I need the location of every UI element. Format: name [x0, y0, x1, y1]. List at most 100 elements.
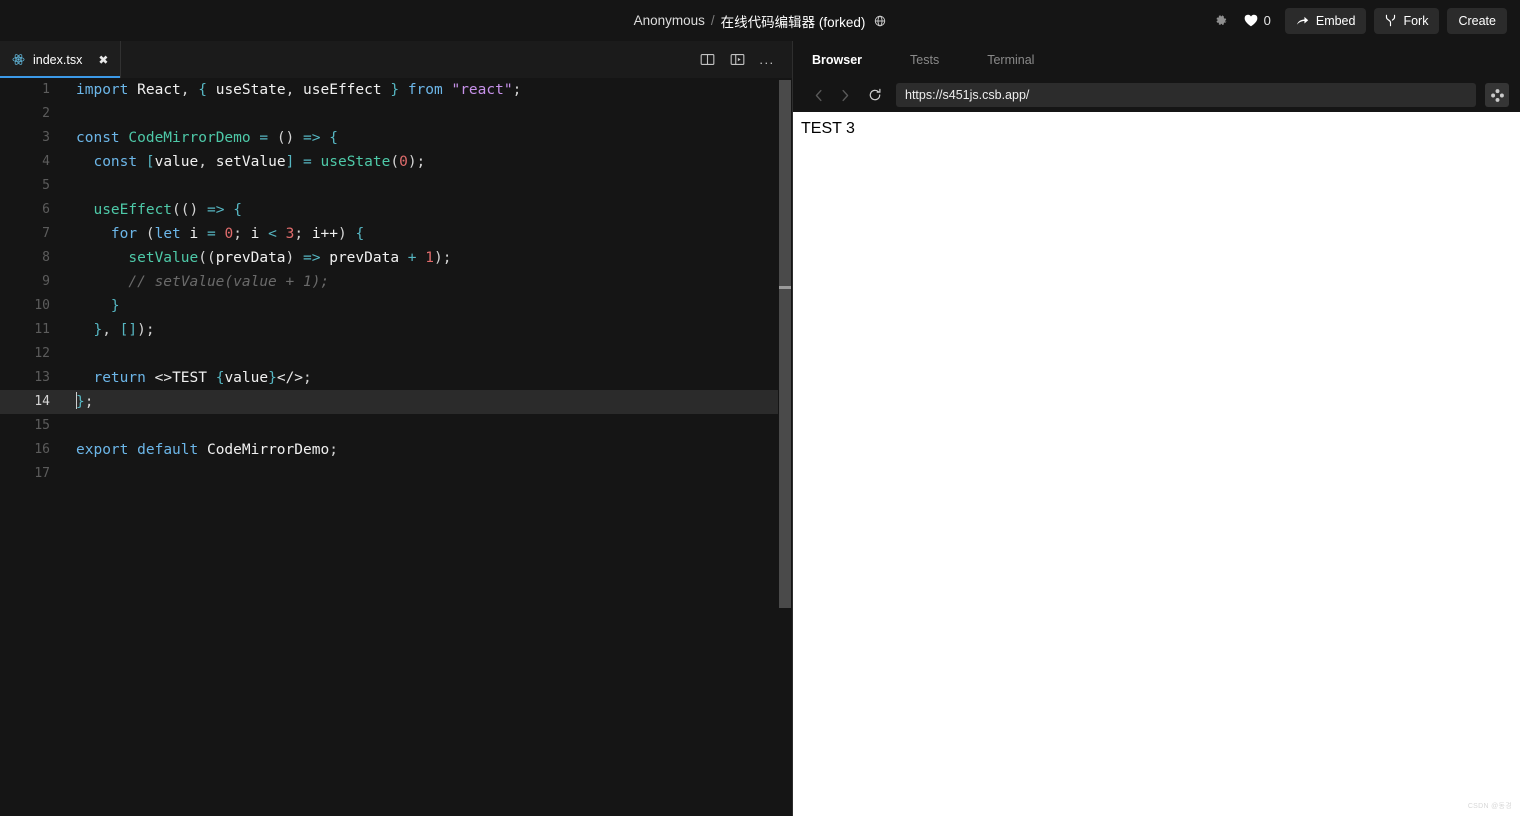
code-text: // setValue(value + 1); [76, 270, 329, 294]
code-token: = [259, 130, 269, 146]
editor-scrollbar-track[interactable] [778, 78, 792, 816]
close-icon[interactable]: ✖ [98, 54, 108, 66]
code-token: (( [172, 202, 190, 218]
code-line[interactable]: 1 import React, { useState, useEffect } f… [0, 78, 792, 102]
editor-scrollbar-thumb[interactable] [779, 80, 791, 608]
code-token: { [329, 130, 338, 146]
preview-tab-tests[interactable]: Tests [910, 53, 961, 67]
code-line[interactable]: 2 [0, 102, 792, 126]
code-token: "react" [451, 82, 513, 98]
responsive-mode-icon[interactable] [1485, 83, 1509, 107]
code-line[interactable]: 13 return <>TEST {value}</>; [0, 366, 792, 390]
code-token: ; [303, 370, 312, 386]
code-token: ; [145, 322, 155, 338]
code-token: ( [390, 154, 400, 170]
preview-tab-browser[interactable]: Browser [812, 53, 884, 67]
file-tab-index-tsx[interactable]: index.tsx ✖ [0, 41, 121, 78]
editor-pane: index.tsx ✖ ... 1 import React, {useSta… [0, 41, 792, 816]
code-text: const CodeMirrorDemo = () => { [76, 126, 338, 150]
more-dots-icon[interactable]: ... [752, 41, 782, 78]
code-token: const [93, 154, 138, 170]
code-text: for (let i = 0; i < 3; i++) { [76, 222, 364, 246]
code-token: = [303, 154, 312, 170]
sandbox-owner[interactable]: Anonymous [634, 13, 705, 28]
embed-button[interactable]: Embed [1284, 7, 1367, 34]
code-line[interactable]: 17 [0, 462, 792, 486]
create-label: Create [1458, 13, 1496, 28]
line-number: 12 [34, 346, 50, 361]
more-dots-label: ... [759, 52, 775, 67]
browser-urlbar: https://s451js.csb.app/ [792, 78, 1520, 112]
split-pane-icon[interactable] [692, 41, 722, 78]
code-line[interactable]: 4 const [value, setValue] = useState(0); [0, 150, 792, 174]
code-token: = [207, 226, 216, 242]
breadcrumb-separator: / [710, 13, 715, 28]
code-line[interactable]: 14}; [0, 390, 792, 414]
code-token: } [76, 394, 85, 410]
like-button[interactable]: 0 [1244, 13, 1271, 28]
reload-icon[interactable] [862, 82, 888, 108]
panel-preview-icon[interactable] [722, 41, 752, 78]
code-editor[interactable]: 1 import React, { useState, useEffect } f… [0, 78, 792, 816]
code-line[interactable]: 15 [0, 414, 792, 438]
code-line[interactable]: 8 setValue((prevData) => prevData + 1); [0, 246, 792, 270]
code-line[interactable]: 16 export default CodeMirrorDemo; [0, 438, 792, 462]
code-token: ; [233, 226, 242, 242]
code-token: value [224, 370, 269, 386]
code-line[interactable]: 12 [0, 342, 792, 366]
code-line[interactable]: 9 // setValue(value + 1); [0, 270, 792, 294]
chevron-right-icon[interactable] [832, 82, 858, 108]
code-token: ; [442, 250, 452, 266]
line-number: 17 [34, 466, 50, 481]
code-text: setValue((prevData) => prevData + 1); [76, 246, 451, 270]
code-line[interactable]: 7 for (let i = 0; i < 3; i++) { [0, 222, 792, 246]
code-token: } [390, 82, 400, 98]
code-token: from [407, 82, 443, 98]
editor-tab-actions: ... [692, 41, 792, 78]
code-token: ) [137, 322, 146, 338]
code-token: useState [215, 82, 286, 98]
code-text: useEffect(() => { [76, 198, 241, 222]
create-button[interactable]: Create [1447, 7, 1507, 34]
preview-iframe[interactable]: TEST 3 [793, 112, 1520, 816]
code-line[interactable]: 11 }, []); [0, 318, 792, 342]
chevron-left-icon[interactable] [806, 82, 832, 108]
code-token: , [198, 154, 207, 170]
code-token: CodeMirrorDemo [206, 442, 330, 458]
code-lines-container: 1 import React, { useState, useEffect } f… [0, 78, 792, 486]
code-line[interactable]: 6 useEffect(() => { [0, 198, 792, 222]
fork-button[interactable]: Fork [1374, 7, 1440, 34]
code-token: ) [338, 226, 347, 242]
globe-icon [874, 15, 886, 27]
embed-label: Embed [1315, 13, 1356, 28]
code-token: i++ [311, 226, 339, 242]
preview-tab-terminal[interactable]: Terminal [987, 53, 1056, 67]
code-line[interactable]: 3 const CodeMirrorDemo = () => { [0, 126, 792, 150]
code-line[interactable]: 5 [0, 174, 792, 198]
code-token: ) [434, 250, 443, 266]
header-actions: 0 Embed Fork Create [1208, 0, 1507, 41]
sandbox-title[interactable]: 在线代码编辑器 (forked) [721, 11, 866, 31]
code-token: => [303, 250, 321, 266]
gear-icon[interactable] [1208, 8, 1234, 34]
url-input[interactable]: https://s451js.csb.app/ [896, 83, 1476, 107]
code-text: }, []); [76, 318, 155, 342]
code-token: } [268, 370, 277, 386]
code-token: return [93, 370, 146, 386]
code-line[interactable]: 10 } [0, 294, 792, 318]
